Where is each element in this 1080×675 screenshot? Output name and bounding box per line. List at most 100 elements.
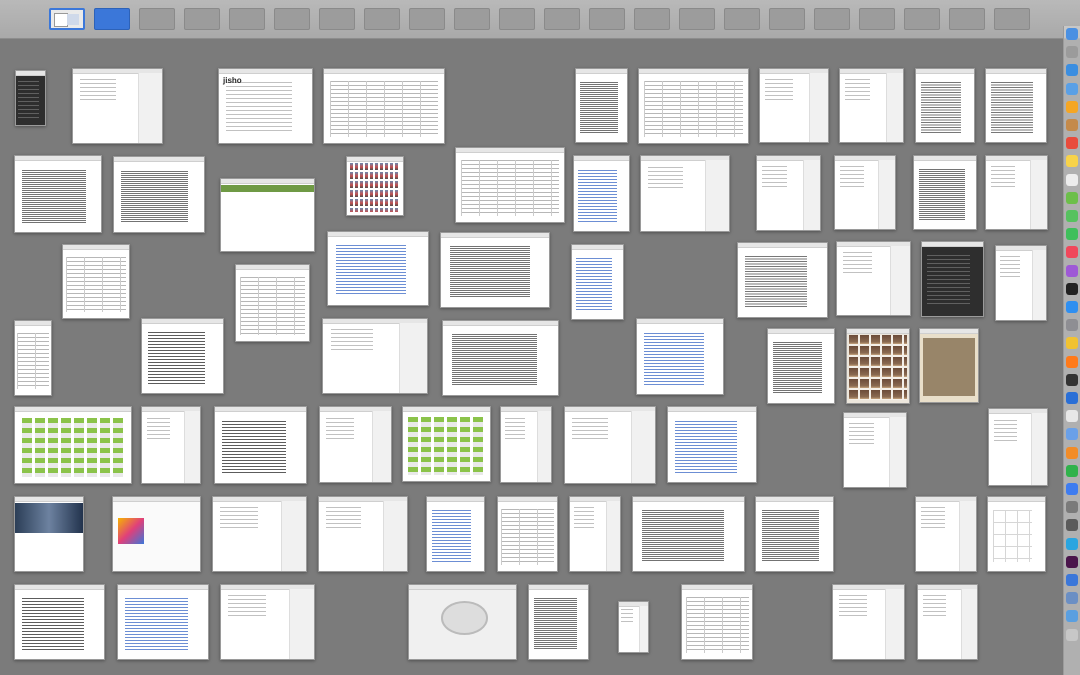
window-document-25[interactable]	[988, 408, 1048, 486]
window-document-14[interactable]	[836, 241, 911, 316]
window-small-document[interactable]	[917, 584, 978, 660]
window-document-21[interactable]	[319, 406, 392, 483]
window-web-gallery[interactable]	[14, 406, 132, 484]
telegram-icon[interactable]	[1066, 537, 1078, 550]
space-thumbnail-18[interactable]	[814, 8, 850, 30]
window-app-icons[interactable]	[346, 156, 404, 216]
window-text-document-6[interactable]	[985, 68, 1047, 143]
space-thumbnail-1[interactable]	[49, 8, 85, 30]
space-thumbnail-19[interactable]	[859, 8, 895, 30]
trash-icon[interactable]	[1066, 628, 1078, 641]
window-text-document-28[interactable]	[497, 496, 558, 572]
window-spreadsheet-2[interactable]	[455, 147, 565, 223]
window-text-document-20[interactable]	[214, 406, 307, 484]
text-edit-icon[interactable]	[1066, 410, 1078, 423]
window-text-document-7[interactable]	[14, 155, 102, 233]
window-document-24[interactable]	[843, 412, 907, 488]
window-chat[interactable]	[636, 318, 724, 395]
window-calendar-grid[interactable]	[402, 406, 491, 482]
window-text-document-13[interactable]	[737, 242, 828, 318]
window-mail-list[interactable]	[921, 241, 984, 317]
window-document-11[interactable]	[985, 155, 1048, 230]
applications-icon[interactable]	[1066, 610, 1078, 623]
photos-icon[interactable]	[1066, 100, 1078, 113]
space-thumbnail-6[interactable]	[274, 8, 310, 30]
window-text-document-35[interactable]	[528, 584, 589, 660]
window-calendar[interactable]	[987, 496, 1046, 572]
window-document-29[interactable]	[569, 496, 621, 572]
space-thumbnail-22[interactable]	[994, 8, 1030, 30]
space-thumbnail-3[interactable]	[139, 8, 175, 30]
window-link-document-5[interactable]	[426, 496, 485, 572]
window-document-9[interactable]	[756, 155, 821, 231]
space-thumbnail-12[interactable]	[544, 8, 580, 30]
xcode-icon[interactable]	[1066, 392, 1078, 404]
slack-icon[interactable]	[1066, 555, 1078, 568]
safari-icon[interactable]	[1066, 64, 1078, 77]
window-document-37[interactable]	[681, 584, 753, 660]
window-table-3[interactable]	[141, 318, 224, 394]
space-thumbnail-21[interactable]	[949, 8, 985, 30]
window-document-19[interactable]	[141, 406, 201, 484]
space-thumbnail-2[interactable]	[94, 8, 130, 30]
mail-icon[interactable]	[1066, 82, 1078, 95]
window-document-22[interactable]	[500, 406, 552, 483]
keynote-icon[interactable]	[1066, 483, 1078, 495]
downloads-icon[interactable]	[1066, 574, 1078, 586]
window-terminal[interactable]	[15, 70, 46, 126]
window-document-38[interactable]	[832, 584, 905, 660]
numbers-icon[interactable]	[1066, 464, 1078, 477]
space-thumbnail-7[interactable]	[319, 8, 355, 30]
launchpad-icon[interactable]	[1066, 46, 1078, 59]
window-text-document-12[interactable]	[440, 232, 550, 308]
reminders-icon[interactable]	[1066, 173, 1078, 186]
activity-monitor-icon[interactable]	[1066, 519, 1078, 532]
window-photos[interactable]	[846, 328, 910, 404]
terminal-icon[interactable]	[1066, 373, 1078, 386]
window-document-27[interactable]	[318, 496, 408, 572]
window-link-document-1[interactable]	[573, 155, 630, 232]
messages-icon[interactable]	[1066, 210, 1078, 222]
window-text-document-17[interactable]	[442, 320, 559, 396]
space-thumbnail-15[interactable]	[679, 8, 715, 30]
window-app-store[interactable]	[112, 496, 201, 572]
window-document-16[interactable]	[322, 318, 428, 394]
window-notes-1[interactable]	[640, 155, 730, 232]
chrome-icon[interactable]	[1066, 337, 1078, 350]
window-file-list[interactable]	[62, 244, 130, 319]
window-web-how-to[interactable]	[220, 178, 315, 252]
music-icon[interactable]	[1066, 246, 1078, 259]
window-web-photo[interactable]	[14, 496, 84, 572]
window-text-document-30[interactable]	[632, 496, 745, 572]
space-thumbnail-13[interactable]	[589, 8, 625, 30]
window-link-document-2[interactable]	[327, 231, 429, 306]
window-document-23[interactable]	[564, 406, 656, 484]
space-thumbnail-16[interactable]	[724, 8, 760, 30]
window-control-panel[interactable]	[408, 584, 517, 660]
space-thumbnail-4[interactable]	[184, 8, 220, 30]
window-text-document-1[interactable]	[575, 68, 628, 143]
window-link-document-3[interactable]	[571, 244, 624, 320]
window-document-36[interactable]	[618, 601, 649, 653]
window-text-document-10[interactable]	[913, 155, 977, 230]
calendar-icon[interactable]	[1066, 137, 1078, 150]
window-text-document-33[interactable]	[14, 584, 105, 660]
tv-icon[interactable]	[1066, 282, 1078, 295]
window-notes-2[interactable]	[834, 155, 896, 230]
window-text-document-5[interactable]	[915, 68, 975, 143]
window-document-4[interactable]	[839, 68, 904, 143]
documents-icon[interactable]	[1066, 592, 1078, 605]
facetime-icon[interactable]	[1066, 228, 1078, 241]
window-table-2[interactable]	[235, 264, 310, 342]
calculator-icon[interactable]	[1066, 501, 1078, 514]
window-link-document-4[interactable]	[667, 406, 757, 483]
maps-icon[interactable]	[1066, 191, 1078, 204]
window-text-document-8[interactable]	[113, 156, 205, 233]
space-thumbnail-14[interactable]	[634, 8, 670, 30]
space-thumbnail-9[interactable]	[409, 8, 445, 30]
window-text-document-31[interactable]	[755, 496, 834, 572]
app-store-icon[interactable]	[1066, 301, 1078, 313]
system-preferences-icon[interactable]	[1066, 319, 1078, 332]
window-spreadsheet-1[interactable]	[323, 68, 445, 144]
pages-icon[interactable]	[1066, 446, 1078, 459]
